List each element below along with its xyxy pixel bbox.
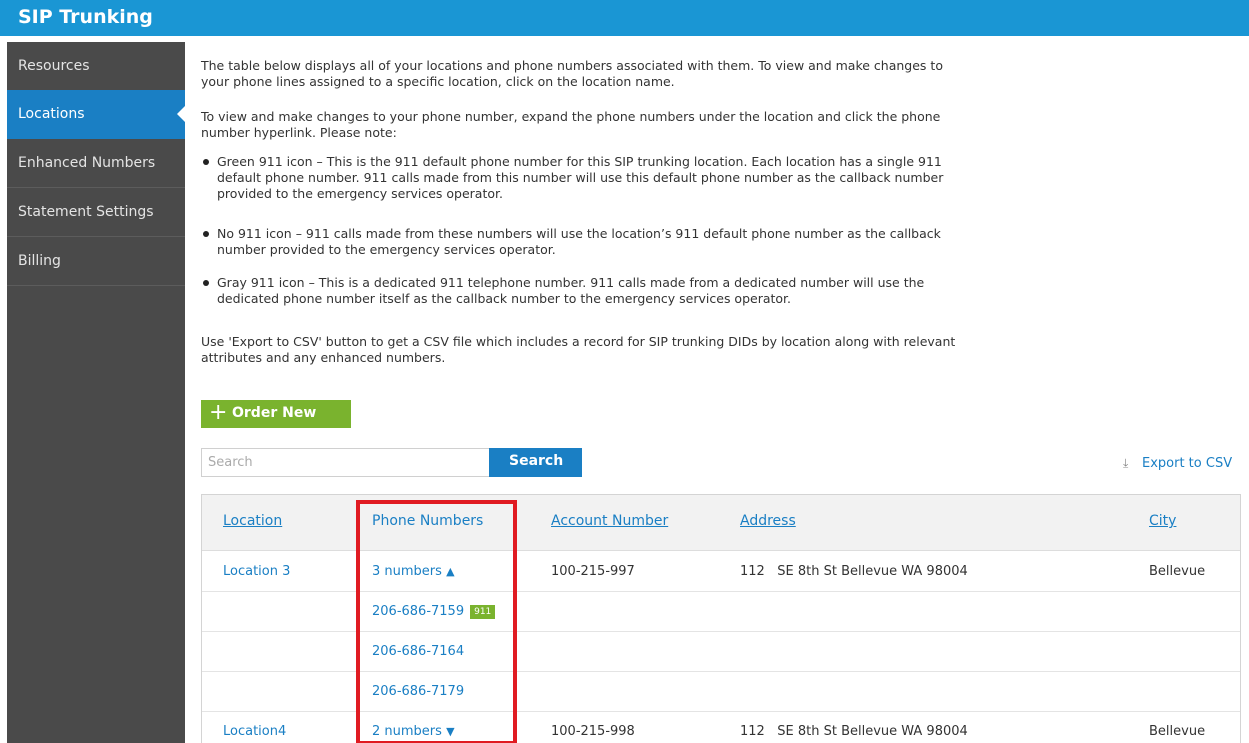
phone-count: 2 numbers (372, 724, 442, 739)
export-label: Export to CSV (1142, 456, 1233, 471)
location-link[interactable]: Location4 (223, 724, 286, 739)
app-title: SIP Trunking (18, 6, 153, 28)
download-icon: ⤓ (1123, 456, 1129, 470)
intro-paragraph: The table below displays all of your loc… (201, 58, 943, 89)
search-button-label: Search (509, 453, 564, 469)
search-input[interactable] (201, 448, 490, 477)
column-header-account-number[interactable]: Account Number (551, 513, 668, 529)
table-header: Location Phone Numbers Account Number Ad… (202, 495, 1240, 551)
address: 112 SE 8th St Bellevue WA 98004 (740, 564, 968, 579)
address-city-state-zip: Bellevue WA 98004 (841, 724, 968, 739)
locations-table: Location Phone Numbers Account Number Ad… (201, 494, 1241, 743)
bullet-text: Green 911 icon – This is the 911 default… (217, 154, 944, 201)
column-header-city[interactable]: City (1149, 513, 1176, 529)
table-row-phone: 206-686-7159 911 (202, 592, 1240, 632)
main-content: The table below displays all of your loc… (201, 0, 1241, 743)
phone-number-link[interactable]: 206-686-7159 911 (372, 604, 496, 619)
phone-numbers-toggle[interactable]: 3 numbers ▲ (372, 564, 455, 579)
search-button[interactable]: Search (489, 448, 582, 477)
sidebar-item-label: Locations (18, 106, 85, 122)
sidebar-item-enhanced-numbers[interactable]: Enhanced Numbers (7, 139, 185, 188)
location-link[interactable]: Location 3 (223, 564, 290, 579)
nav-caret-icon (177, 105, 186, 123)
sidebar-item-label: Resources (18, 58, 90, 74)
plus-icon: + (209, 400, 228, 425)
export-to-csv-link[interactable]: ⤓ Export to CSV (1123, 456, 1232, 471)
column-header-address[interactable]: Address (740, 513, 796, 529)
address-street: SE 8th St (777, 724, 837, 739)
sidebar-item-label: Billing (18, 253, 61, 269)
address-number: 112 (740, 724, 765, 739)
table-row-phone: 206-686-7179 (202, 672, 1240, 712)
bullet-text: No 911 icon – 911 calls made from these … (217, 226, 941, 257)
table-row-phone: 206-686-7164 (202, 632, 1240, 672)
bullet-no-911: No 911 icon – 911 calls made from these … (201, 226, 971, 258)
phone-count: 3 numbers (372, 564, 442, 579)
phone-number-link[interactable]: 206-686-7164 (372, 644, 464, 659)
phone-numbers-toggle[interactable]: 2 numbers ▼ (372, 724, 455, 739)
column-header-phone-numbers: Phone Numbers (372, 513, 484, 529)
sidebar-item-resources[interactable]: Resources (7, 42, 185, 91)
address: 112 SE 8th St Bellevue WA 98004 (740, 724, 968, 739)
city: Bellevue (1149, 564, 1206, 579)
bullet-gray-911: Gray 911 icon – This is a dedicated 911 … (201, 275, 971, 307)
chevron-up-icon: ▲ (446, 565, 455, 578)
address-number: 112 (740, 564, 765, 579)
sidebar-item-billing[interactable]: Billing (7, 237, 185, 286)
bullet-text: Gray 911 icon – This is a dedicated 911 … (217, 275, 925, 306)
order-new-label: Order New (232, 405, 317, 421)
phone-number-link[interactable]: 206-686-7179 (372, 684, 464, 699)
sidebar: Resources Locations Enhanced Numbers Sta… (7, 42, 186, 743)
bullet-green-911: Green 911 icon – This is the 911 default… (201, 154, 971, 202)
bullet-dot-icon (203, 231, 209, 237)
account-number: 100-215-998 (551, 724, 635, 739)
table-row-location-4: Location4 2 numbers ▼ 100-215-998 112 SE… (202, 712, 1240, 743)
sidebar-item-label: Enhanced Numbers (18, 155, 156, 171)
bullet-dot-icon (203, 280, 209, 286)
order-new-button[interactable]: + Order New (201, 400, 351, 428)
instructions-paragraph: To view and make changes to your phone n… (201, 109, 941, 140)
phone-number: 206-686-7159 (372, 604, 465, 619)
city: Bellevue (1149, 724, 1206, 739)
bullet-dot-icon (203, 159, 209, 165)
table-row-location-3: Location 3 3 numbers ▲ 100-215-997 112 S… (202, 552, 1240, 592)
address-street: SE 8th St (777, 564, 837, 579)
911-default-badge: 911 (470, 605, 496, 619)
sidebar-item-locations[interactable]: Locations (7, 90, 186, 139)
column-header-location[interactable]: Location (223, 513, 282, 529)
export-note-paragraph: Use 'Export to CSV' button to get a CSV … (201, 334, 956, 365)
address-city-state-zip: Bellevue WA 98004 (841, 564, 968, 579)
chevron-down-icon: ▼ (446, 725, 455, 738)
sidebar-item-label: Statement Settings (18, 204, 154, 220)
sidebar-item-statement-settings[interactable]: Statement Settings (7, 188, 185, 237)
account-number: 100-215-997 (551, 564, 635, 579)
